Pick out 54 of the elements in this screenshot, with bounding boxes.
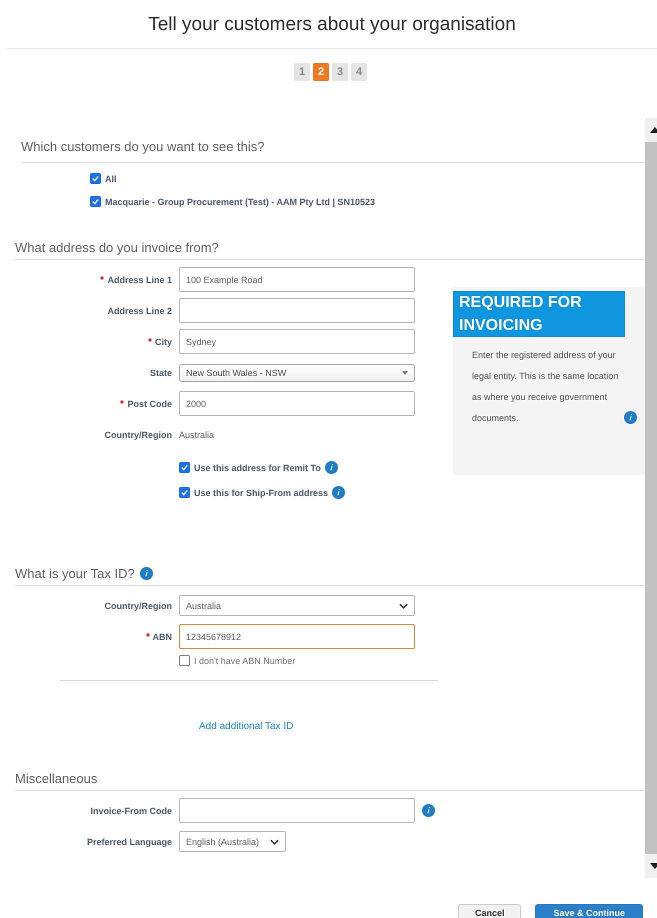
scroll-up-icon[interactable] xyxy=(650,127,657,133)
input-field[interactable]: 100 Example Road xyxy=(179,267,415,292)
checkbox-label: All xyxy=(105,174,117,184)
checkbox-label: Use this for Ship-From address xyxy=(194,488,328,498)
field-label: State xyxy=(148,368,172,378)
required-icon xyxy=(120,400,124,404)
input-field[interactable] xyxy=(179,298,415,323)
caret-icon xyxy=(402,370,408,374)
checkbox-label: I don't have ABN Number xyxy=(194,656,296,666)
section-heading: What is your Tax ID? xyxy=(15,566,135,580)
input-field[interactable]: Sydney xyxy=(179,329,415,354)
info-icon[interactable] xyxy=(332,486,346,499)
checkbox[interactable] xyxy=(90,173,101,184)
cancel-button[interactable]: Cancel xyxy=(458,904,522,918)
input-field[interactable]: 12345678912 xyxy=(179,624,415,649)
note-text: Enter the registered address of your legal entity. This is the same location as where you receive government documents. xyxy=(472,349,620,425)
section-heading: What address do you invoice from? xyxy=(15,240,219,254)
state-select[interactable]: New South Wales - NSW xyxy=(179,364,415,382)
section-heading: Miscellaneous xyxy=(15,770,98,786)
field-label: ABN xyxy=(15,632,172,642)
dropdown[interactable]: Australia xyxy=(179,595,415,616)
info-icon[interactable] xyxy=(140,566,153,580)
field-label: Post Code xyxy=(15,398,172,408)
save-button[interactable]: Save & Continue xyxy=(535,904,643,918)
field-label: Country/Region xyxy=(104,600,172,610)
dialog-title: Tell your customers about your organisation xyxy=(7,0,657,49)
checkbox[interactable] xyxy=(179,462,190,473)
checkbox-label: Use this address for Remit To xyxy=(194,462,321,472)
chevron-icon xyxy=(399,602,408,608)
info-icon[interactable] xyxy=(324,461,338,474)
checkbox[interactable] xyxy=(179,487,190,498)
info-icon[interactable] xyxy=(422,804,435,817)
checkbox[interactable] xyxy=(179,655,190,666)
field-label: Address Line 2 xyxy=(106,306,172,316)
field-label: Invoice-From Code xyxy=(89,806,172,816)
required-icon xyxy=(148,338,152,342)
field-label: Country/Region xyxy=(104,430,172,440)
chevron-icon xyxy=(270,838,279,844)
scroll-down-icon[interactable] xyxy=(650,863,657,869)
input-field[interactable] xyxy=(179,798,415,823)
field-value: Australia xyxy=(179,430,214,440)
note-title: REQUIRED FOR INVOICING xyxy=(453,291,625,337)
required-icon xyxy=(146,632,150,636)
add-tax-id-link[interactable]: Add additional Tax ID xyxy=(199,721,294,732)
checkbox-label: Macquarie - Group Procurement (Test) - AAM Pty Ltd | SN10523 xyxy=(105,196,376,206)
field-label: Preferred Language xyxy=(86,836,172,846)
info-icon[interactable] xyxy=(624,411,637,424)
field-label: Address Line 1 xyxy=(15,274,172,284)
input-field[interactable]: 2000 xyxy=(179,391,415,416)
section-heading: Which customers do you want to see this? xyxy=(21,138,645,163)
field-label: City xyxy=(15,336,172,346)
required-icon xyxy=(100,276,104,280)
dropdown[interactable]: English (Australia) xyxy=(179,831,286,852)
checkbox[interactable] xyxy=(90,196,101,207)
